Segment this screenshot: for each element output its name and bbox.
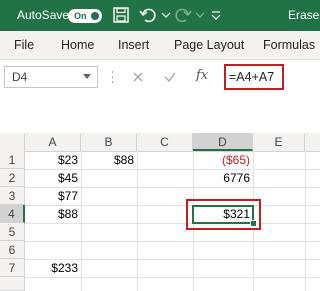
cell-a4[interactable]: $88: [25, 205, 81, 223]
enter-check-icon[interactable]: [164, 71, 176, 83]
ribbon-spacer: [0, 98, 320, 133]
tab-insert[interactable]: Insert: [118, 31, 149, 59]
column-header-b[interactable]: B: [81, 133, 137, 151]
formula-bar-grip-icon[interactable]: [112, 70, 113, 84]
customize-qat-icon[interactable]: [207, 6, 225, 24]
name-box[interactable]: D4: [4, 66, 98, 88]
tab-page-layout[interactable]: Page Layout: [174, 31, 244, 59]
autosave-toggle-label: On: [74, 11, 87, 21]
cell-highlight-box: [186, 199, 261, 230]
grid-line: [25, 223, 320, 224]
row-header-5[interactable]: 5: [0, 223, 25, 241]
grid-line: [81, 151, 82, 291]
cell-a2[interactable]: $45: [25, 169, 81, 187]
undo-dropdown-icon[interactable]: [157, 6, 175, 24]
formula-highlight-box: [224, 64, 284, 90]
row-header-4[interactable]: 4: [0, 205, 25, 223]
ribbon-tabs: File Home Insert Page Layout Formulas: [0, 31, 320, 60]
autosave-label: AutoSave: [17, 8, 70, 22]
row-header-3[interactable]: 3: [0, 187, 25, 205]
row-header-8[interactable]: [0, 277, 25, 291]
column-header-e[interactable]: E: [253, 133, 305, 151]
column-header-c[interactable]: C: [137, 133, 193, 151]
grid-line: [25, 277, 320, 278]
row-header-2[interactable]: 2: [0, 169, 25, 187]
tab-formulas[interactable]: Formulas: [263, 31, 315, 59]
column-header-d[interactable]: D: [193, 133, 253, 151]
file-name: Erase: [288, 8, 320, 22]
column-header-row: A B C D E: [0, 133, 320, 152]
row-header-1[interactable]: 1: [0, 151, 25, 169]
name-box-value: D4: [12, 70, 28, 84]
undo-icon[interactable]: [139, 6, 157, 24]
grid-line: [25, 241, 320, 242]
save-icon[interactable]: [112, 6, 130, 24]
cell-d1[interactable]: ($65): [193, 151, 253, 169]
cell-a3[interactable]: $77: [25, 187, 81, 205]
cell-a1[interactable]: $23: [25, 151, 81, 169]
title-bar: AutoSave On Erase: [0, 0, 320, 31]
cancel-icon[interactable]: [132, 71, 144, 83]
toggle-knob: [91, 12, 99, 20]
row-header-7[interactable]: 7: [0, 259, 25, 277]
column-header-a[interactable]: A: [25, 133, 81, 151]
name-box-dropdown-icon[interactable]: [83, 74, 91, 80]
cell-d2[interactable]: 6776: [193, 169, 253, 187]
select-all-corner[interactable]: [0, 133, 25, 151]
redo-icon[interactable]: [174, 6, 192, 24]
cell-b1[interactable]: $88: [81, 151, 137, 169]
cell-a7[interactable]: $233: [25, 259, 81, 277]
autosave-toggle[interactable]: On: [68, 9, 102, 23]
tab-home[interactable]: Home: [61, 31, 94, 59]
tab-file[interactable]: File: [14, 31, 34, 59]
formula-bar-buttons: fx: [120, 66, 220, 88]
column-header-f[interactable]: [305, 133, 320, 151]
insert-function-icon[interactable]: fx: [196, 68, 208, 83]
grid-line: [137, 151, 138, 291]
row-header-6[interactable]: 6: [0, 241, 25, 259]
grid-line: [305, 151, 306, 291]
